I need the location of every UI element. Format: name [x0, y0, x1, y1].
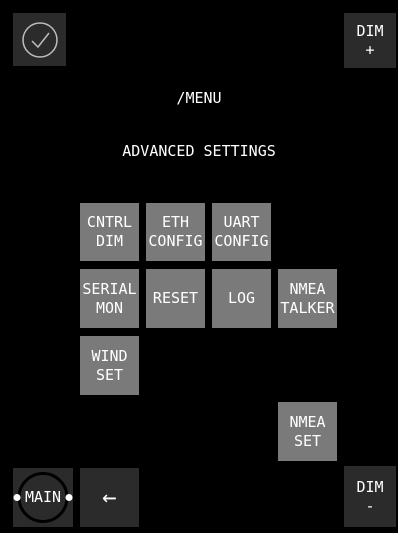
section-title: ADVANCED SETTINGS [122, 142, 276, 160]
serial-mon-button[interactable]: SERIAL MON [80, 269, 139, 328]
nmea-talker-button[interactable]: NMEA TALKER [278, 269, 337, 328]
main-label: MAIN [24, 488, 62, 506]
log-button[interactable]: LOG [212, 269, 271, 328]
back-arrow-icon: ← [102, 483, 117, 511]
dim-down-button[interactable]: DIM - [344, 466, 396, 527]
uart-config-button[interactable]: UART CONFIG [212, 203, 271, 261]
wind-set-button[interactable]: WIND SET [80, 336, 139, 395]
reset-button[interactable]: RESET [146, 269, 205, 328]
eth-config-button[interactable]: ETH CONFIG [146, 203, 205, 261]
confirm-button[interactable] [13, 13, 66, 66]
check-icon [21, 21, 58, 58]
main-button[interactable]: MAIN [13, 468, 73, 527]
cntrl-dim-button[interactable]: CNTRL DIM [80, 203, 139, 261]
nmea-set-button[interactable]: NMEA SET [278, 402, 337, 461]
menu-path: /MENU [176, 89, 222, 107]
dim-up-button[interactable]: DIM + [344, 13, 396, 68]
back-button[interactable]: ← [80, 468, 139, 527]
